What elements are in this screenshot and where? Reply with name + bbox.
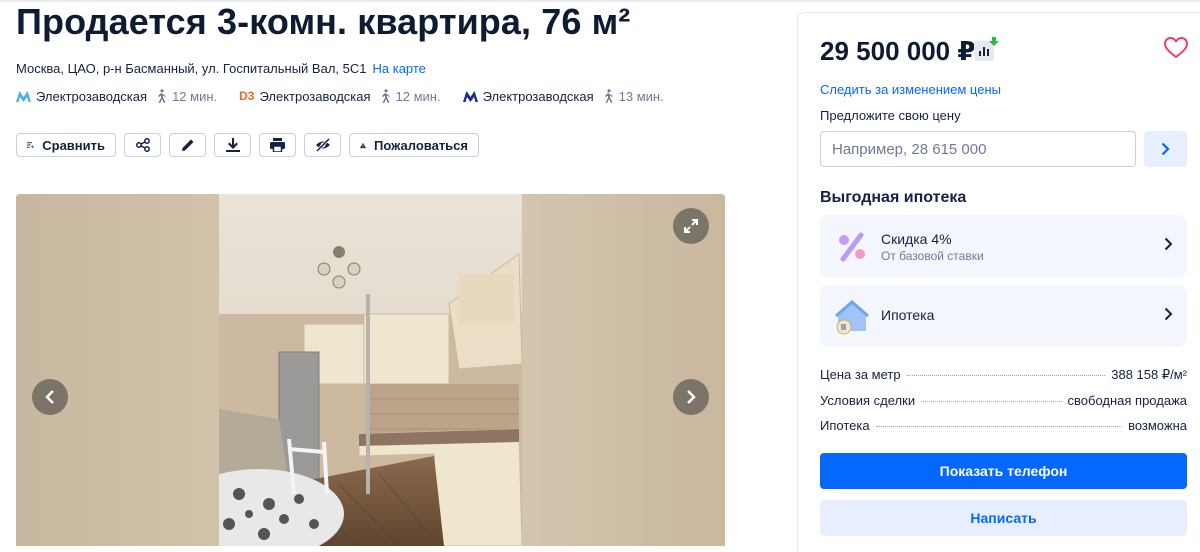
metro-item[interactable]: Электрозаводская 13 мин. (462, 88, 664, 104)
share-icon (135, 138, 150, 152)
compare-icon (27, 142, 34, 149)
edit-button[interactable] (169, 133, 206, 157)
gallery-blur-left (16, 194, 219, 546)
gallery-expand-button[interactable] (673, 208, 709, 244)
download-button[interactable] (214, 133, 251, 157)
arrow-right-icon (687, 390, 696, 404)
share-button[interactable] (124, 133, 161, 157)
mortgage-card-title: Ипотека (881, 307, 935, 323)
action-toolbar: Сравнить Пожаловаться (16, 133, 479, 157)
follow-price-link[interactable]: Следить за изменением цены (820, 82, 1001, 97)
metro-item[interactable]: Электрозаводская 12 мин. (16, 89, 217, 104)
heart-icon (1163, 36, 1189, 59)
photo-gallery[interactable] (16, 194, 725, 546)
hide-button[interactable] (304, 133, 341, 157)
fact-dots (906, 375, 1106, 376)
kitchen-photo (219, 194, 522, 546)
walk-time: 13 мин. (602, 89, 664, 104)
chevron-right-icon (1161, 142, 1170, 156)
show-phone-button[interactable]: Показать телефон (820, 453, 1187, 489)
fact-row: Ипотека возможна (820, 418, 1187, 444)
walk-icon (604, 89, 613, 103)
percent-icon (839, 232, 865, 262)
fact-row: Цена за метр 388 158 ₽/м² (820, 367, 1187, 393)
warning-icon (360, 142, 367, 148)
metro-station-name: Электрозаводская (259, 88, 371, 104)
offer-submit-button[interactable] (1144, 131, 1187, 167)
gallery-prev-button[interactable] (32, 379, 68, 415)
price-facts: Цена за метр 388 158 ₽/м² Условия сделки… (820, 367, 1187, 444)
chevron-right-icon (1164, 307, 1173, 321)
address-line: Москва, ЦАО, р-н Басманный, ул. Госпитал… (16, 61, 426, 76)
gallery-blur-right (522, 194, 725, 546)
metro-station-name: Электрозаводская (482, 88, 594, 104)
metro-item[interactable]: D3 Электрозаводская 12 мин. (239, 89, 440, 104)
discount-title: Скидка 4% (881, 231, 952, 247)
fact-row: Условия сделки свободная продажа (820, 393, 1187, 419)
complain-label: Пожаловаться (374, 137, 468, 153)
price-chart-icon (974, 37, 999, 61)
page-title: Продается 3-комн. квартира, 76 м² (16, 1, 631, 42)
mortgage-discount-card[interactable]: Скидка 4% От базовой ставки (820, 215, 1187, 277)
gallery-next-button[interactable] (673, 379, 709, 415)
walk-time-text: 13 мин. (618, 88, 664, 104)
fact-value: возможна (1128, 418, 1187, 433)
compare-label: Сравнить (42, 137, 105, 153)
download-icon (225, 138, 240, 152)
walk-time-text: 12 мин. (172, 88, 218, 104)
fact-dots (921, 400, 1062, 402)
print-icon (270, 138, 285, 152)
compare-button[interactable]: Сравнить (16, 133, 116, 157)
metro-list: Электрозаводская 12 мин. D3 Электрозавод… (16, 87, 686, 105)
metro-station-name: Электрозаводская (36, 88, 148, 104)
mortgage-card[interactable]: Ипотека (820, 285, 1187, 347)
fact-value: 388 158 ₽/м² (1111, 367, 1187, 382)
chevron-right-icon (1164, 237, 1173, 251)
mortgage-title: Выгодная ипотека (820, 189, 967, 206)
fact-dots (875, 426, 1123, 427)
fact-label: Ипотека (820, 418, 870, 433)
fact-label: Условия сделки (820, 392, 916, 408)
walk-time: 12 мин. (155, 89, 217, 104)
discount-subtitle: От базовой ставки (881, 249, 984, 263)
fact-value: свободная продажа (1067, 392, 1187, 408)
offer-price-input[interactable]: Например, 28 615 000 (820, 131, 1136, 167)
address-text: Москва, ЦАО, р-н Басманный, ул. Госпитал… (16, 61, 367, 76)
price-sidebar: 29 500 000 ₽ Следить за изменением цены … (797, 12, 1200, 552)
map-link[interactable]: На карте (373, 61, 426, 76)
mcd-d3-icon: D3 (239, 89, 255, 103)
arrow-left-icon (45, 390, 54, 404)
complain-button[interactable]: Пожаловаться (349, 133, 479, 157)
fact-label: Цена за метр (820, 367, 901, 382)
expand-icon (684, 219, 698, 233)
house-icon (835, 300, 869, 335)
walk-icon (158, 89, 167, 103)
moscow-metro-icon (16, 90, 31, 102)
print-button[interactable] (259, 133, 296, 157)
walk-time: 12 мин. (379, 89, 441, 104)
walk-time-text: 12 мин. (395, 88, 441, 104)
moscow-metro-icon (462, 90, 478, 102)
offer-price-label: Предложите свою цену (820, 108, 961, 123)
favorite-button[interactable] (1163, 36, 1189, 64)
price-history-button[interactable] (974, 37, 1000, 61)
edit-icon (181, 139, 193, 151)
price: 29 500 000 ₽ (820, 36, 976, 66)
hide-icon (315, 138, 330, 152)
write-message-button[interactable]: Написать (820, 500, 1187, 536)
walk-icon (381, 89, 390, 103)
